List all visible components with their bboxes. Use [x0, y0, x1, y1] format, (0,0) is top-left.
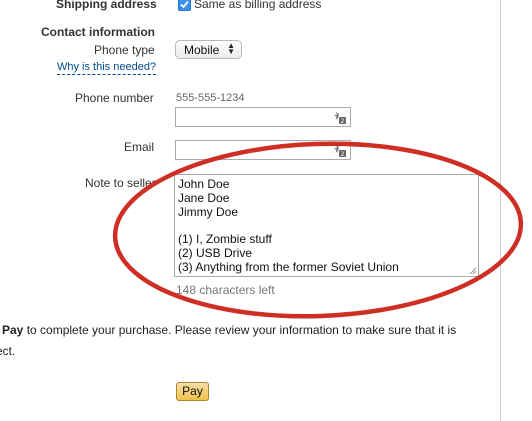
up-down-arrows-icon: ▲ ▼ [227, 41, 235, 56]
same-as-billing-label[interactable]: Same as billing address [194, 0, 321, 11]
note-line: Jane Doe [178, 190, 230, 205]
characters-left-counter: 148 characters left [176, 283, 275, 297]
email-label: Email [124, 140, 155, 154]
contact-information-heading: Contact information [41, 25, 155, 39]
note-line: (1) I, Zombie stuff [178, 232, 272, 247]
field-helper-icon[interactable]: 2 [333, 111, 347, 124]
svg-text:2: 2 [341, 151, 345, 157]
shipping-address-label: Shipping address [56, 0, 157, 11]
svg-text:2: 2 [341, 118, 345, 124]
note-to-seller-label: Note to seller [85, 176, 156, 190]
instructions-pay-word: Pay [2, 323, 24, 337]
checkmark-icon [180, 0, 189, 9]
phone-number-label: Phone number [75, 91, 154, 105]
phone-number-input[interactable]: 2 [175, 107, 351, 127]
note-line: (3) Anything from the former Soviet Unio… [178, 259, 399, 274]
note-to-seller-textarea[interactable]: John Doe Jane Doe Jimmy Doe (1) I, Zombi… [174, 174, 479, 277]
pay-button[interactable]: Pay [176, 382, 209, 401]
note-line [178, 219, 399, 233]
instructions-line-1: to complete your purchase. Please review… [23, 323, 457, 337]
instructions-text: Pay to complete your purchase. Please re… [2, 323, 456, 337]
same-as-billing-checkbox[interactable] [178, 0, 191, 11]
why-is-this-needed-link[interactable]: Why is this needed? [57, 61, 157, 75]
note-text: John Doe Jane Doe Jimmy Doe (1) I, Zombi… [178, 177, 399, 275]
phone-type-label: Phone type [94, 43, 155, 57]
resize-grip-icon[interactable] [469, 267, 477, 275]
phone-type-select[interactable]: Mobile ▲ ▼ [175, 40, 242, 59]
phone-number-hint: 555-555-1234 [176, 92, 245, 104]
field-helper-icon[interactable]: 2 [333, 144, 347, 157]
phone-type-value: Mobile [184, 43, 220, 57]
page-divider [500, 0, 501, 421]
note-line: John Doe [178, 177, 230, 191]
note-line: (2) USB Drive [178, 245, 253, 260]
note-line: Jimmy Doe [178, 204, 239, 219]
email-input[interactable]: 2 [175, 140, 351, 160]
instructions-line-2: ect. [0, 344, 16, 358]
